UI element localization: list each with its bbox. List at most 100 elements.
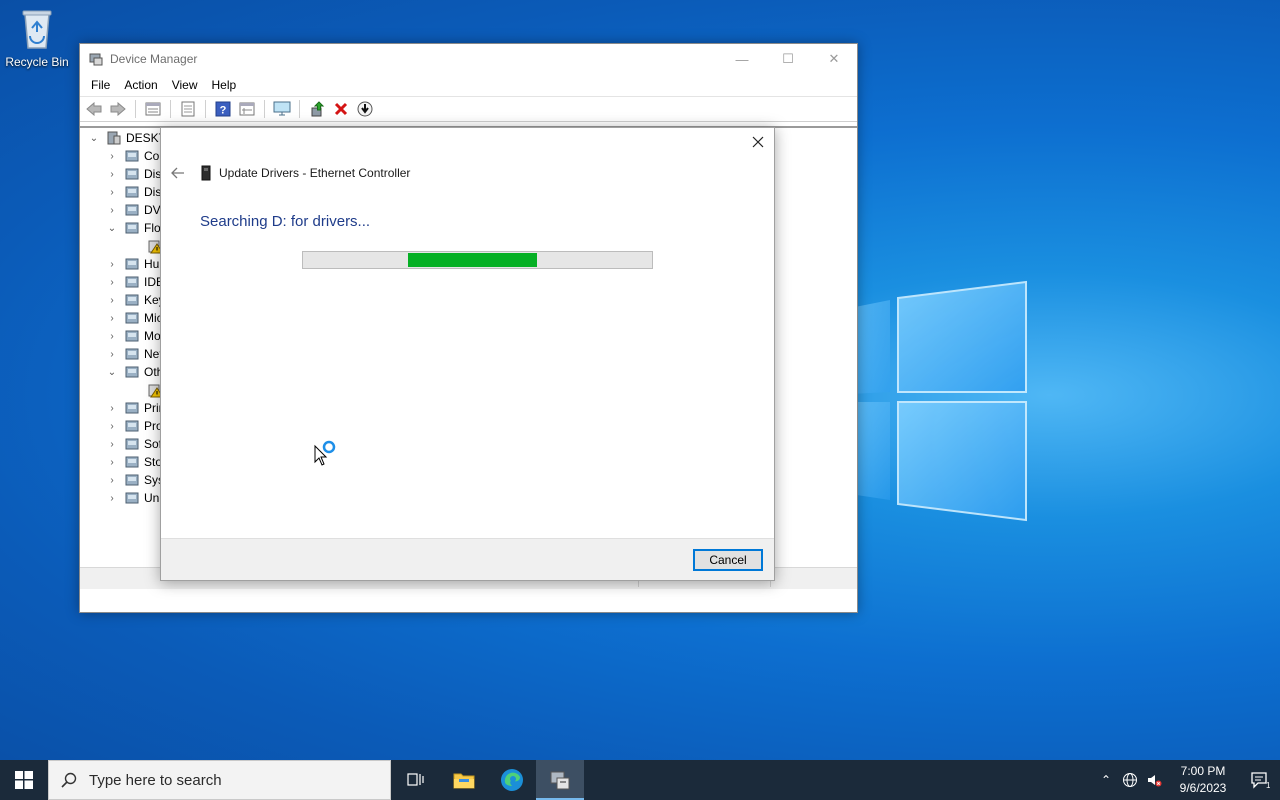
- minimize-button[interactable]: —: [719, 44, 765, 74]
- recycle-bin[interactable]: Recycle Bin: [4, 6, 70, 69]
- tree-category[interactable]: › IDE: [106, 273, 164, 291]
- tree-category[interactable]: › Pro: [106, 417, 162, 435]
- chevron-right-icon[interactable]: ›: [106, 169, 118, 180]
- search-status: Searching D: for drivers...: [200, 213, 371, 230]
- svg-text:?: ?: [220, 105, 227, 117]
- progress-fill: [407, 253, 537, 267]
- tree-category[interactable]: › Hun: [106, 255, 166, 273]
- tree-category[interactable]: › Net: [106, 345, 162, 363]
- chevron-down-icon[interactable]: ⌄: [106, 223, 118, 234]
- help-icon[interactable]: ?: [213, 99, 233, 119]
- tree-item-label: Mo: [144, 329, 161, 343]
- dialog-footer: Cancel: [161, 538, 774, 580]
- back-arrow-icon[interactable]: [171, 167, 185, 179]
- processor-icon: [125, 420, 139, 432]
- chevron-down-icon[interactable]: ⌄: [88, 133, 100, 144]
- update-driver-icon[interactable]: [307, 99, 327, 119]
- forward-icon[interactable]: [108, 99, 128, 119]
- usb-icon: [125, 492, 139, 504]
- tree-category[interactable]: › Sof: [106, 435, 162, 453]
- chevron-right-icon[interactable]: ›: [106, 205, 118, 216]
- tree-category[interactable]: ⌄ Oth: [106, 363, 164, 381]
- tree-category[interactable]: › Cor: [106, 147, 163, 165]
- chevron-right-icon[interactable]: ›: [106, 277, 118, 288]
- tree-category[interactable]: › Uni: [106, 489, 162, 507]
- tree-category[interactable]: › Sto: [106, 453, 162, 471]
- chevron-right-icon[interactable]: ›: [106, 439, 118, 450]
- chevron-right-icon[interactable]: ›: [106, 313, 118, 324]
- chevron-right-icon[interactable]: ›: [106, 475, 118, 486]
- other-devices-icon: [125, 366, 139, 378]
- chevron-right-icon[interactable]: ›: [106, 151, 118, 162]
- toolbar-separator: [264, 100, 265, 118]
- chevron-down-icon[interactable]: ⌄: [106, 367, 118, 378]
- device-manager-taskbar-button[interactable]: [536, 760, 584, 800]
- toolbar-separator: [299, 100, 300, 118]
- tree-category[interactable]: › Key: [106, 291, 164, 309]
- network-icon: [125, 348, 139, 360]
- view-icon[interactable]: [237, 99, 257, 119]
- chevron-right-icon[interactable]: ›: [106, 403, 118, 414]
- system-tray: ⌃ 7:00 PM 9/6/2023 1: [1094, 760, 1280, 800]
- tree-category[interactable]: › Prin: [106, 399, 165, 417]
- update-drivers-dialog: Update Drivers - Ethernet Controller Sea…: [160, 127, 775, 581]
- start-button[interactable]: [0, 760, 48, 800]
- recycle-bin-label: Recycle Bin: [5, 55, 69, 69]
- chevron-right-icon[interactable]: ›: [106, 295, 118, 306]
- chevron-right-icon[interactable]: ›: [106, 187, 118, 198]
- menu-help[interactable]: Help: [205, 78, 244, 92]
- chevron-right-icon[interactable]: ›: [106, 331, 118, 342]
- edge-icon: [501, 769, 523, 791]
- chevron-right-icon[interactable]: ›: [106, 349, 118, 360]
- computer-icon: [107, 131, 121, 145]
- ide-icon: [125, 276, 139, 288]
- title-bar[interactable]: Device Manager — ☐ ✕: [80, 44, 857, 74]
- chevron-right-icon[interactable]: ›: [106, 493, 118, 504]
- search-icon: [61, 772, 77, 788]
- chevron-right-icon[interactable]: ›: [106, 259, 118, 270]
- device-manager-icon: [550, 771, 570, 790]
- back-icon[interactable]: [84, 99, 104, 119]
- properties-icon[interactable]: [143, 99, 163, 119]
- tree-category[interactable]: › Mo: [106, 327, 161, 345]
- chevron-right-icon[interactable]: ›: [106, 421, 118, 432]
- storage-icon: [125, 456, 139, 468]
- clock[interactable]: 7:00 PM 9/6/2023: [1166, 763, 1240, 797]
- disk-icon: [125, 168, 139, 180]
- volume-muted-icon[interactable]: [1142, 760, 1166, 800]
- close-button[interactable]: ✕: [811, 44, 857, 74]
- dialog-close-icon[interactable]: [750, 134, 766, 150]
- clock-time: 7:00 PM: [1180, 764, 1226, 778]
- chevron-right-icon[interactable]: ›: [106, 457, 118, 468]
- file-explorer-button[interactable]: [440, 760, 488, 800]
- menu-file[interactable]: File: [84, 78, 117, 92]
- uninstall-icon[interactable]: [331, 99, 351, 119]
- dvd-icon: [125, 204, 139, 216]
- tree-category[interactable]: › Syst: [106, 471, 167, 489]
- floppy-icon: [125, 222, 139, 234]
- cancel-button[interactable]: Cancel: [693, 549, 763, 571]
- menu-action[interactable]: Action: [117, 78, 164, 92]
- task-view-icon: [407, 773, 424, 786]
- menu-bar: File Action View Help: [80, 74, 857, 96]
- show-hidden-icons-chevron-up-icon[interactable]: ⌃: [1094, 760, 1118, 800]
- download-icon[interactable]: [355, 99, 375, 119]
- action-center-button[interactable]: 1: [1240, 760, 1280, 800]
- tree-category[interactable]: › Disl: [106, 165, 164, 183]
- task-view-button[interactable]: [392, 760, 440, 800]
- tree-category[interactable]: › Mic: [106, 309, 162, 327]
- busy-cursor-icon: [314, 440, 336, 466]
- tree-category[interactable]: ⌄ Flop: [106, 219, 168, 237]
- dialog-title: Update Drivers - Ethernet Controller: [219, 166, 411, 180]
- taskbar-search-box[interactable]: Type here to search: [48, 760, 391, 800]
- scan-icon[interactable]: [178, 99, 198, 119]
- mouse-icon: [125, 312, 139, 324]
- maximize-button[interactable]: ☐: [765, 44, 811, 74]
- menu-view[interactable]: View: [165, 78, 205, 92]
- tree-category[interactable]: › Disp: [106, 183, 168, 201]
- device-manager-icon: [89, 53, 103, 66]
- network-globe-icon[interactable]: [1118, 760, 1142, 800]
- software-device-icon: [125, 438, 139, 450]
- edge-button[interactable]: [488, 760, 536, 800]
- monitor-icon[interactable]: [272, 99, 292, 119]
